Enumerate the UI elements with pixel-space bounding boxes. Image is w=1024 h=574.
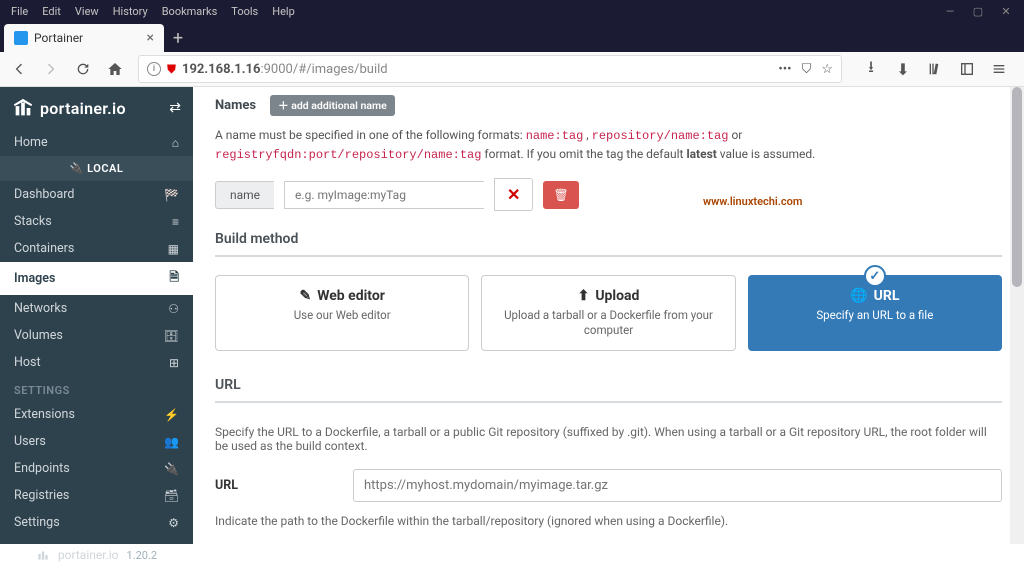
add-name-button[interactable]: ＋ add additional name (270, 95, 395, 116)
volume-icon: 🗄 (164, 329, 179, 343)
tachometer-icon: 🏁 (164, 188, 179, 202)
home-icon: ⌂ (172, 136, 179, 150)
sidebar-item-dashboard[interactable]: Dashboard🏁 (0, 181, 193, 208)
brand-text: portainer.io (40, 99, 126, 118)
menu-help[interactable]: Help (265, 5, 302, 18)
browser-tab[interactable]: Portainer × (4, 24, 164, 52)
forward-button[interactable] (38, 56, 64, 82)
names-description: A name must be specified in one of the f… (215, 122, 1002, 174)
users-icon: 👥 (164, 435, 179, 449)
name-addon-label: name (215, 181, 274, 209)
cube-icon: ▦ (168, 242, 179, 256)
names-label: Names (215, 98, 256, 113)
tab-close-icon[interactable]: × (147, 30, 154, 46)
check-circle-icon: ✓ (864, 265, 886, 287)
clear-name-button[interactable]: ✕ (494, 178, 533, 211)
home-button[interactable] (102, 56, 128, 82)
address-bar[interactable]: i ⛊ 192.168.1.16:9000/#/images/build •••… (138, 55, 842, 83)
sidebar-toggle-icon[interactable] (954, 56, 980, 82)
bookmark-star-icon[interactable]: ☆ (821, 62, 833, 77)
portainer-logo-icon (12, 97, 34, 119)
url-section-title: URL (215, 371, 1002, 403)
sidebar-item-networks[interactable]: Networks⚇ (0, 295, 193, 322)
sidebar-item-images[interactable]: Images🗎 (0, 262, 193, 295)
sidebar-settings-header: SETTINGS (0, 376, 193, 401)
reader-shield-icon[interactable]: ⛉ (802, 62, 812, 77)
sidebar-item-host[interactable]: Host⊞ (0, 349, 193, 376)
portainer-favicon-icon (14, 31, 28, 45)
sidebar-item-containers[interactable]: Containers▦ (0, 235, 193, 262)
url-description: Specify the URL to a Dockerfile, a tarba… (215, 421, 1002, 461)
downloads-icon[interactable]: ⬇ (890, 56, 916, 82)
host-icon: ⊞ (169, 356, 179, 370)
new-tab-button[interactable]: + (164, 24, 192, 52)
close-icon[interactable]: ✕ (992, 5, 1020, 18)
menu-tools[interactable]: Tools (224, 5, 265, 18)
brand-header[interactable]: portainer.io ⇄ (0, 87, 193, 129)
browser-toolbar: i ⛊ 192.168.1.16:9000/#/images/build •••… (0, 52, 1024, 87)
menu-bookmarks[interactable]: Bookmarks (155, 5, 225, 18)
method-card-upload[interactable]: ⬆Upload Upload a tarball or a Dockerfile… (481, 275, 735, 351)
sidebar-item-endpoints[interactable]: Endpoints🔌 (0, 455, 193, 482)
window-menubar: File Edit View History Bookmarks Tools H… (0, 0, 1024, 22)
globe-icon: 🌐 (850, 288, 867, 304)
sidebar-item-extensions[interactable]: Extensions⚡ (0, 401, 193, 428)
portainer-small-icon (36, 548, 50, 562)
browser-tabbar: Portainer × + (0, 22, 1024, 52)
stack-icon: ≡ (172, 215, 179, 229)
method-card-web-editor[interactable]: ✎Web editor Use our Web editor (215, 275, 469, 351)
image-icon: 🗎 (169, 268, 179, 289)
menu-history[interactable]: History (106, 5, 155, 18)
bolt-icon: ⚡ (164, 408, 179, 422)
dockerfile-path-hint: Indicate the path to the Dockerfile with… (215, 510, 1002, 536)
sidebar-item-volumes[interactable]: Volumes🗄 (0, 322, 193, 349)
minimize-icon[interactable]: — (936, 5, 964, 18)
downloads-in-icon[interactable]: ⭳ (858, 56, 884, 82)
menu-file[interactable]: File (4, 5, 35, 18)
pencil-icon: ✎ (299, 288, 311, 304)
app-sidebar: portainer.io ⇄ Home⌂ 🔌 LOCAL Dashboard🏁 … (0, 87, 193, 544)
sidebar-item-stacks[interactable]: Stacks≡ (0, 208, 193, 235)
scrollbar-thumb[interactable] (1012, 87, 1022, 287)
main-content: Names ＋ add additional name A name must … (193, 87, 1024, 544)
image-name-input[interactable] (284, 181, 484, 209)
build-method-title: Build method (215, 225, 1002, 257)
sidebar-item-settings[interactable]: Settings⚙ (0, 509, 193, 536)
delete-name-button[interactable]: 🗑 (543, 181, 578, 209)
reload-button[interactable] (70, 56, 96, 82)
tab-title: Portainer (34, 31, 83, 45)
database-icon: 🗃 (164, 489, 179, 503)
more-dots-icon[interactable]: ••• (778, 62, 791, 77)
site-info-icon[interactable]: i (147, 62, 161, 76)
url-input[interactable] (353, 469, 1002, 502)
sidebar-item-registries[interactable]: Registries🗃 (0, 482, 193, 509)
upload-icon: ⬆ (578, 288, 590, 304)
scrollbar-track[interactable] (1010, 87, 1024, 544)
menu-edit[interactable]: Edit (35, 5, 68, 18)
url-field-label: URL (215, 478, 335, 493)
sidebar-item-home[interactable]: Home⌂ (0, 129, 193, 156)
app-menu-icon[interactable] (986, 56, 1012, 82)
sidebar-endpoint-local[interactable]: 🔌 LOCAL (0, 156, 193, 181)
tracking-shield-icon[interactable]: ⛊ (167, 62, 176, 77)
network-icon: ⚇ (168, 302, 179, 316)
back-button[interactable] (6, 56, 32, 82)
method-card-url[interactable]: ✓ 🌐URL Specify an URL to a file (748, 275, 1002, 351)
watermark-text: www.linuxtechi.com (703, 195, 802, 208)
menu-view[interactable]: View (68, 5, 106, 18)
plug-icon: 🔌 (164, 462, 179, 476)
swap-endpoint-icon[interactable]: ⇄ (169, 100, 181, 116)
library-icon[interactable] (922, 56, 948, 82)
gear-icon: ⚙ (168, 516, 179, 530)
maximize-icon[interactable]: ▢ (964, 5, 992, 18)
sidebar-item-users[interactable]: Users👥 (0, 428, 193, 455)
url-host: 192.168.1.16:9000/#/images/build (182, 62, 388, 77)
sidebar-footer: portainer.io1.20.2 (0, 536, 193, 574)
